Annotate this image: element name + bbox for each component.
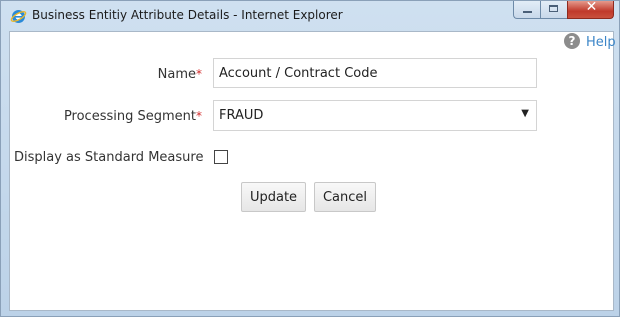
processing-segment-select[interactable]: FRAUD ▼ bbox=[213, 100, 537, 131]
help-link[interactable]: Help bbox=[586, 35, 616, 50]
name-label-text: Name bbox=[157, 67, 196, 82]
display-standard-measure-checkbox[interactable] bbox=[214, 150, 228, 164]
processing-segment-label: Processing Segment* bbox=[30, 109, 202, 124]
update-button[interactable]: Update bbox=[241, 182, 306, 212]
dialog-content: ? Help Name* Processing Segment* FRAUD ▼… bbox=[9, 31, 616, 311]
name-input[interactable] bbox=[213, 58, 537, 88]
name-label: Name* bbox=[70, 67, 202, 82]
internet-explorer-icon bbox=[10, 10, 27, 23]
name-required-marker: * bbox=[196, 67, 202, 81]
window-controls: ✕ bbox=[513, 0, 614, 20]
processing-segment-required-marker: * bbox=[196, 109, 202, 123]
chevron-down-icon[interactable]: ▼ bbox=[521, 108, 529, 119]
processing-segment-value: FRAUD bbox=[219, 108, 264, 123]
maximize-icon bbox=[549, 5, 558, 12]
minimize-icon bbox=[523, 11, 532, 13]
window-title: Business Entitiy Attribute Details - Int… bbox=[32, 8, 343, 22]
maximize-button[interactable] bbox=[540, 1, 567, 19]
display-standard-measure-label: Display as Standard Measure bbox=[14, 150, 204, 165]
close-icon: ✕ bbox=[585, 0, 598, 15]
cancel-button[interactable]: Cancel bbox=[314, 182, 376, 212]
help-circle-icon[interactable]: ? bbox=[564, 33, 580, 49]
dialog-window: Business Entitiy Attribute Details - Int… bbox=[0, 0, 620, 317]
close-button[interactable]: ✕ bbox=[567, 0, 614, 19]
processing-segment-label-text: Processing Segment bbox=[63, 109, 196, 124]
title-bar[interactable]: Business Entitiy Attribute Details - Int… bbox=[1, 0, 619, 31]
minimize-button[interactable] bbox=[513, 1, 540, 19]
